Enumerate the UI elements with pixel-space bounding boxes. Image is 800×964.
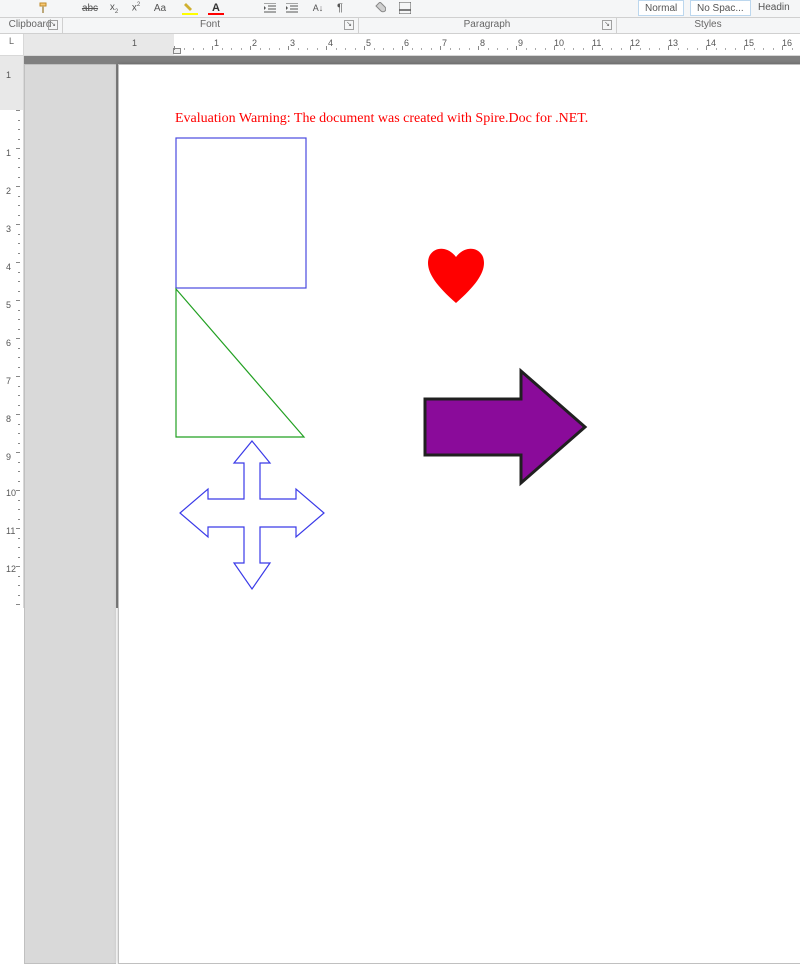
page-gutter: [24, 64, 116, 964]
borders-button[interactable]: [395, 1, 415, 15]
shape-triangle[interactable]: [174, 287, 308, 441]
clipboard-dialog-launcher[interactable]: ↘: [48, 20, 58, 30]
ribbon-toolbar: abc x2 x2 Aa A A↓ ¶ Normal No Spac... He…: [0, 0, 800, 18]
style-heading[interactable]: Headin: [752, 0, 796, 16]
shape-block-arrow-right[interactable]: [417, 365, 593, 491]
indent-icon[interactable]: [282, 1, 302, 15]
document-page[interactable]: Evaluation Warning: The document was cre…: [118, 64, 800, 964]
superscript-button[interactable]: x2: [126, 1, 146, 15]
show-formatting-button[interactable]: ¶: [330, 1, 350, 15]
style-no-spacing[interactable]: No Spac...: [690, 0, 751, 16]
font-dialog-launcher[interactable]: ↘: [344, 20, 354, 30]
horizontal-ruler[interactable]: L 1 1 2 3 4 5 6 7 8 9 10 11 12 13 14 15 …: [0, 34, 800, 56]
group-paragraph-label: Paragraph: [358, 19, 616, 30]
style-normal[interactable]: Normal: [638, 0, 684, 16]
sort-button[interactable]: A↓: [308, 1, 328, 15]
vertical-ruler[interactable]: 1 1 2 3 4 5 6 7 8 9 10 11 12: [0, 56, 24, 608]
ruler-corner[interactable]: L: [0, 34, 24, 55]
outdent-icon[interactable]: [260, 1, 280, 15]
change-case-button[interactable]: Aa: [150, 1, 170, 15]
shape-heart[interactable]: [423, 245, 489, 307]
document-workspace: 1 1 2 3 4 5 6 7 8 9 10 11 12 Evaluation …: [0, 56, 800, 608]
paragraph-dialog-launcher[interactable]: ↘: [602, 20, 612, 30]
group-font-label: Font: [62, 19, 358, 30]
subscript-button[interactable]: x2: [104, 1, 124, 15]
evaluation-warning: Evaluation Warning: The document was cre…: [175, 111, 588, 127]
document-area[interactable]: Evaluation Warning: The document was cre…: [24, 56, 800, 608]
format-painter-icon[interactable]: [34, 1, 54, 15]
font-color-button[interactable]: A: [206, 1, 226, 15]
strikethrough-button[interactable]: abc: [80, 1, 100, 15]
ribbon-group-row: Clipboard ↘ Font ↘ Paragraph ↘ Styles: [0, 18, 800, 34]
shape-quad-arrow[interactable]: [174, 439, 330, 597]
shading-button[interactable]: [370, 1, 390, 15]
group-styles-label: Styles: [616, 19, 800, 30]
shape-rectangle[interactable]: [175, 137, 309, 291]
text-highlight-button[interactable]: [180, 1, 200, 15]
